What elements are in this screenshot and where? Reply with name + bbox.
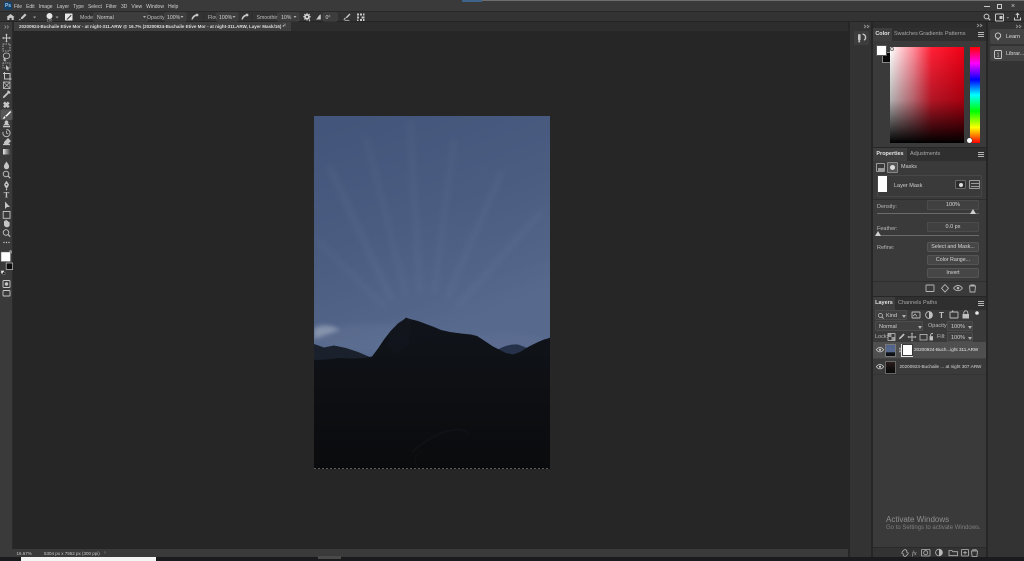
svg-text:100%: 100%	[167, 15, 181, 21]
svg-text:Mode:: Mode:	[80, 15, 94, 21]
svg-text:10%: 10%	[281, 15, 292, 21]
svg-text:T: T	[939, 311, 944, 320]
svg-text:1: 1	[996, 52, 999, 58]
svg-text:Opacity:: Opacity:	[147, 15, 166, 21]
svg-text:fx: fx	[912, 550, 917, 557]
svg-text:T: T	[4, 190, 10, 200]
svg-text:100%: 100%	[219, 15, 233, 21]
svg-text:Normal: Normal	[97, 15, 114, 21]
svg-text:0°: 0°	[326, 15, 331, 21]
